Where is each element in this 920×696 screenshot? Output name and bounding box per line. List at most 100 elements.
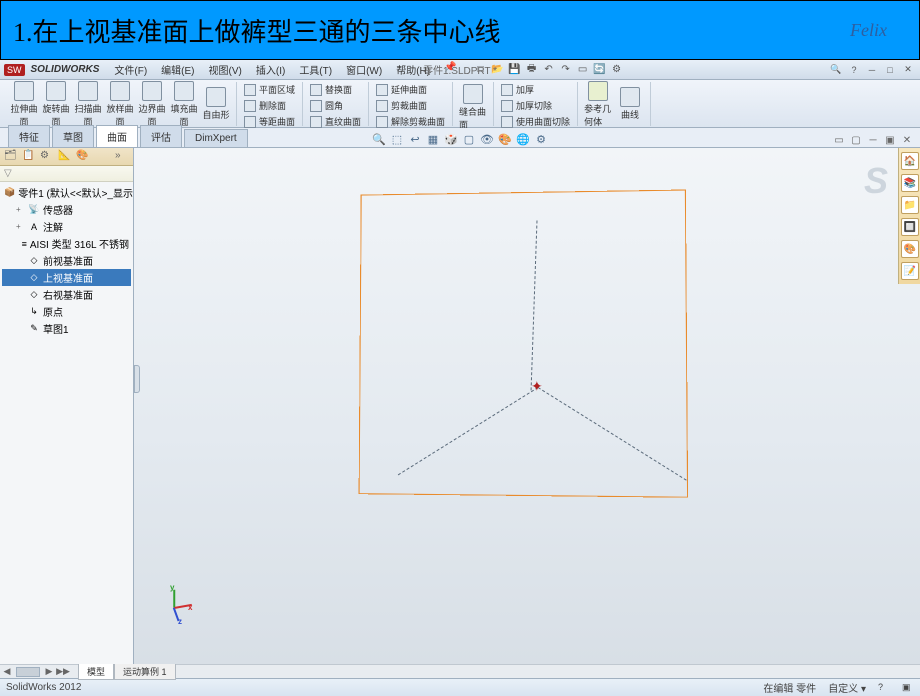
hide-show-icon[interactable]: 👁: [479, 131, 495, 147]
help-icon[interactable]: ?: [846, 64, 862, 76]
doc-close-icon[interactable]: ✕: [900, 133, 914, 147]
menu-edit[interactable]: 编辑(E): [156, 60, 199, 79]
loft-surface-button[interactable]: 放样曲面: [104, 79, 136, 130]
zoom-fit-icon[interactable]: 🔍: [371, 131, 387, 147]
tree-item-3[interactable]: ◇前视基准面: [2, 252, 131, 269]
extrude-surface-button[interactable]: 拉伸曲面: [8, 79, 40, 130]
taskpane-home-icon[interactable]: 🏠: [901, 152, 919, 170]
doc-restore-icon[interactable]: ▭: [832, 133, 846, 147]
slide-title: 1.在上视基准面上做裤型三通的三条中心线: [13, 12, 501, 49]
planar-surface-button[interactable]: 平面区域: [241, 82, 298, 97]
select-icon[interactable]: ▭: [576, 63, 590, 77]
prev-view-icon[interactable]: ↩: [407, 131, 423, 147]
delete-face-button[interactable]: 删除面: [241, 98, 298, 113]
taskpane-props-icon[interactable]: 📝: [901, 262, 919, 280]
undo-icon[interactable]: ↶: [542, 63, 556, 77]
filter-icon: ▽: [4, 168, 12, 179]
close-icon[interactable]: ✕: [900, 64, 916, 76]
tree-item-icon: 📡: [28, 204, 40, 216]
trim-surface-button[interactable]: 剪裁曲面: [373, 98, 448, 113]
appearance-icon[interactable]: 🎨: [497, 131, 513, 147]
tree-tab-cfg-icon[interactable]: ⚙: [40, 150, 54, 164]
menu-tools[interactable]: 工具(T): [294, 60, 337, 79]
menu-window[interactable]: 窗口(W): [341, 60, 387, 79]
menu-insert[interactable]: 插入(I): [251, 60, 290, 79]
untrim-surface-button[interactable]: 解除剪裁曲面: [373, 114, 448, 129]
view-settings-icon[interactable]: ⚙: [533, 131, 549, 147]
revolve-surface-button[interactable]: 旋转曲面: [40, 79, 72, 130]
tree-item-5[interactable]: ◇右视基准面: [2, 286, 131, 303]
status-custom-button[interactable]: 自定义 ▾: [828, 680, 866, 695]
taskpane-explorer-icon[interactable]: 📁: [901, 196, 919, 214]
minimize-icon[interactable]: ─: [864, 64, 880, 76]
view-triad[interactable]: x y z: [162, 588, 194, 620]
tree-item-0[interactable]: +📡传感器: [2, 201, 131, 218]
scroll-end-icon[interactable]: ▶▶: [56, 666, 70, 677]
search-icon[interactable]: 🔍: [828, 64, 844, 76]
taskpane-view-icon[interactable]: 🔲: [901, 218, 919, 236]
offset-surface-button[interactable]: 等距曲面: [241, 114, 298, 129]
panel-collapse-handle[interactable]: [134, 365, 140, 393]
view-orientation-icon[interactable]: 🎲: [443, 131, 459, 147]
tree-filter[interactable]: ▽: [0, 166, 133, 182]
tree-tab-dx-icon[interactable]: 📐: [58, 150, 72, 164]
tree-item-6[interactable]: ↳原点: [2, 303, 131, 320]
scroll-left-icon[interactable]: ◀: [0, 666, 14, 677]
reference-geometry-button[interactable]: 参考几何体: [582, 79, 614, 130]
fill-surface-button[interactable]: 填充曲面: [168, 79, 200, 130]
fillet-button[interactable]: 圆角: [307, 98, 364, 113]
slide-author: Felix: [850, 20, 887, 41]
tab-dimxpert[interactable]: DimXpert: [184, 129, 248, 147]
knit-surface-button[interactable]: 缝合曲面: [457, 82, 489, 133]
curves-button[interactable]: 曲线: [614, 85, 646, 123]
save-icon[interactable]: 💾: [508, 63, 522, 77]
extend-surface-button[interactable]: 延伸曲面: [373, 82, 448, 97]
replace-face-button[interactable]: 替换面: [307, 82, 364, 97]
maximize-icon[interactable]: □: [882, 64, 898, 76]
tree-root[interactable]: 📦 零件1 (默认<<默认>_显示状态: [2, 184, 131, 201]
tree-tab-pm-icon[interactable]: 📋: [22, 150, 36, 164]
redo-icon[interactable]: ↷: [559, 63, 573, 77]
menu-file[interactable]: 文件(F): [109, 60, 152, 79]
section-view-icon[interactable]: ▦: [425, 131, 441, 147]
options-icon[interactable]: ⚙: [610, 63, 624, 77]
tree-item-7[interactable]: ✎草图1: [2, 320, 131, 337]
tab-surfaces[interactable]: 曲面: [96, 125, 138, 147]
doc-tile-icon[interactable]: ▣: [883, 133, 897, 147]
display-style-icon[interactable]: ▢: [461, 131, 477, 147]
taskpane-library-icon[interactable]: 📚: [901, 174, 919, 192]
doc-minimize-icon[interactable]: ▢: [849, 133, 863, 147]
viewport[interactable]: S ✦ x y z 🏠 📚 📁 🔲 🎨 📝: [134, 148, 920, 664]
tree-item-2[interactable]: ≡AISI 类型 316L 不锈钢: [2, 235, 131, 252]
zoom-area-icon[interactable]: ⬚: [389, 131, 405, 147]
freeform-button[interactable]: 自由形: [200, 85, 232, 123]
rebuild-icon[interactable]: 🔄: [593, 63, 607, 77]
scroll-right-icon[interactable]: ▶: [42, 666, 56, 677]
tree-tab-fm-icon[interactable]: 🗂: [4, 150, 18, 164]
tree-tab-disp-icon[interactable]: 🎨: [76, 150, 90, 164]
tab-sketch[interactable]: 草图: [52, 125, 94, 147]
tab-features[interactable]: 特征: [8, 125, 50, 147]
print-icon[interactable]: 🖶: [525, 63, 539, 77]
tab-model[interactable]: 模型: [78, 664, 114, 680]
tab-motion-study[interactable]: 运动算例 1: [114, 664, 176, 680]
tree-item-icon: ◇: [28, 272, 40, 284]
cut-with-surface-button[interactable]: 使用曲面切除: [498, 114, 573, 129]
tree-item-1[interactable]: +A注解: [2, 218, 131, 235]
taskpane-appearance-icon[interactable]: 🎨: [901, 240, 919, 258]
solidworks-window: SW SOLIDWORKS 文件(F) 编辑(E) 视图(V) 插入(I) 工具…: [0, 60, 920, 690]
thicken-button[interactable]: 加厚: [498, 82, 573, 97]
scene-icon[interactable]: 🌐: [515, 131, 531, 147]
thicken-cut-button[interactable]: 加厚切除: [498, 98, 573, 113]
scroll-thumb[interactable]: [16, 667, 40, 677]
ruled-surface-button[interactable]: 直纹曲面: [307, 114, 364, 129]
tab-evaluate[interactable]: 评估: [140, 125, 182, 147]
boundary-surface-button[interactable]: 边界曲面: [136, 79, 168, 130]
tree-overflow-icon[interactable]: »: [115, 150, 129, 164]
sweep-surface-button[interactable]: 扫描曲面: [72, 79, 104, 130]
status-rebuild-icon[interactable]: ▣: [902, 682, 914, 694]
doc-maximize-icon[interactable]: ─: [866, 133, 880, 147]
tree-item-4[interactable]: ◇上视基准面: [2, 269, 131, 286]
status-units-icon[interactable]: ?: [878, 682, 890, 694]
menu-view[interactable]: 视图(V): [204, 60, 247, 79]
